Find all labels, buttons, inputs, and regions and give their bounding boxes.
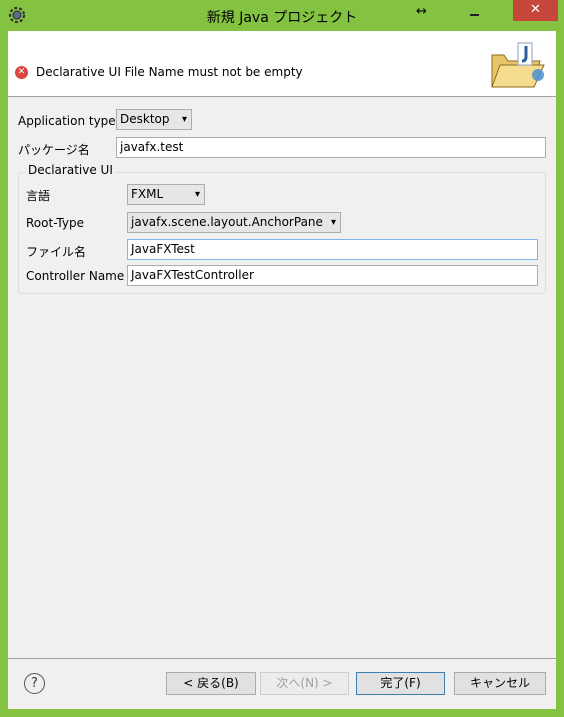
wizard-window: 新規 Java プロジェクト ↔ ✕ ✕ Declarative UI File… — [0, 0, 564, 717]
file-name-input[interactable]: JavaFXTest — [127, 239, 538, 260]
next-button[interactable]: 次へ(N) > — [260, 672, 349, 695]
root-type-select[interactable]: javafx.scene.layout.AnchorPane ▾ — [127, 212, 341, 233]
root-type-value: javafx.scene.layout.AnchorPane — [131, 215, 323, 229]
footer-separator — [8, 658, 556, 659]
package-name-label: パッケージ名 — [18, 143, 90, 157]
application-type-value: Desktop — [120, 112, 170, 126]
cancel-button[interactable]: キャンセル — [454, 672, 546, 695]
help-icon[interactable]: ? — [24, 673, 45, 694]
language-value: FXML — [131, 187, 164, 201]
controller-name-input[interactable]: JavaFXTestController — [127, 265, 538, 286]
finish-button[interactable]: 完了(F) — [356, 672, 445, 695]
close-button[interactable]: ✕ — [513, 0, 558, 21]
application-type-select[interactable]: Desktop ▾ — [116, 109, 192, 130]
error-icon: ✕ — [15, 66, 28, 79]
resize-icon: ↔ — [416, 4, 427, 19]
error-message: Declarative UI File Name must not be emp… — [36, 65, 303, 79]
language-label: 言語 — [26, 189, 51, 203]
controller-name-label: Controller Name — [26, 269, 125, 283]
file-name-label: ファイル名 — [26, 245, 87, 259]
wizard-client-area: ✕ Declarative UI File Name must not be e… — [8, 31, 556, 709]
chevron-down-icon: ▾ — [194, 189, 200, 200]
chevron-down-icon: ▾ — [181, 114, 187, 125]
minimize-button[interactable] — [461, 2, 487, 22]
package-name-input[interactable]: javafx.test — [116, 137, 546, 158]
back-button[interactable]: < 戻る(B) — [166, 672, 256, 695]
declarative-ui-group-title: Declarative UI — [25, 163, 116, 177]
title-bar[interactable]: 新規 Java プロジェクト ↔ ✕ — [0, 0, 564, 31]
message-banner: ✕ Declarative UI File Name must not be e… — [8, 31, 556, 97]
root-type-label: Root-Type — [26, 216, 84, 230]
new-java-project-folder-icon — [491, 42, 545, 88]
chevron-down-icon: ▾ — [330, 217, 336, 228]
application-type-label: Application type — [18, 114, 116, 128]
language-select[interactable]: FXML ▾ — [127, 184, 205, 205]
